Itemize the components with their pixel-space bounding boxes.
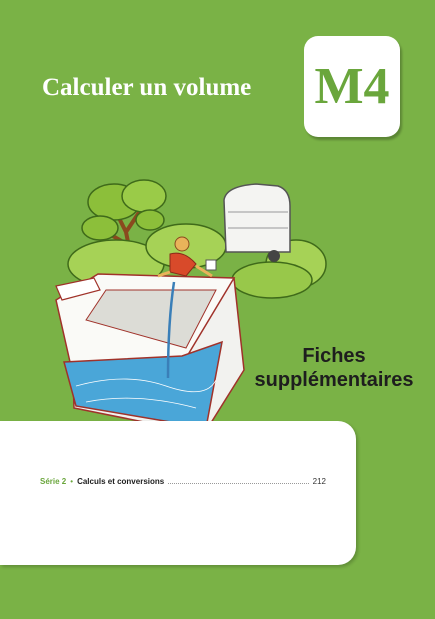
toc-leader-dots — [168, 475, 309, 484]
section-heading-line1: Fiches — [302, 345, 366, 367]
contents-panel — [0, 421, 356, 565]
toc-title: Calculs et conversions — [77, 477, 165, 486]
section-heading: Fiches supplémentaires — [236, 344, 432, 392]
toc-page-number: 212 — [312, 477, 326, 486]
chapter-title: Calculer un volume — [42, 74, 252, 101]
toc-serie: Série 2 — [40, 477, 67, 486]
tank-icon — [55, 273, 245, 435]
module-badge: M4 — [304, 36, 400, 137]
toc-bullet: • — [70, 477, 74, 486]
water-tank-illustration-icon — [55, 179, 327, 435]
toc-entry[interactable]: Série 2 • Calculs et conversions 212 — [40, 475, 326, 487]
section-heading-line2: supplémentaires — [254, 369, 414, 391]
